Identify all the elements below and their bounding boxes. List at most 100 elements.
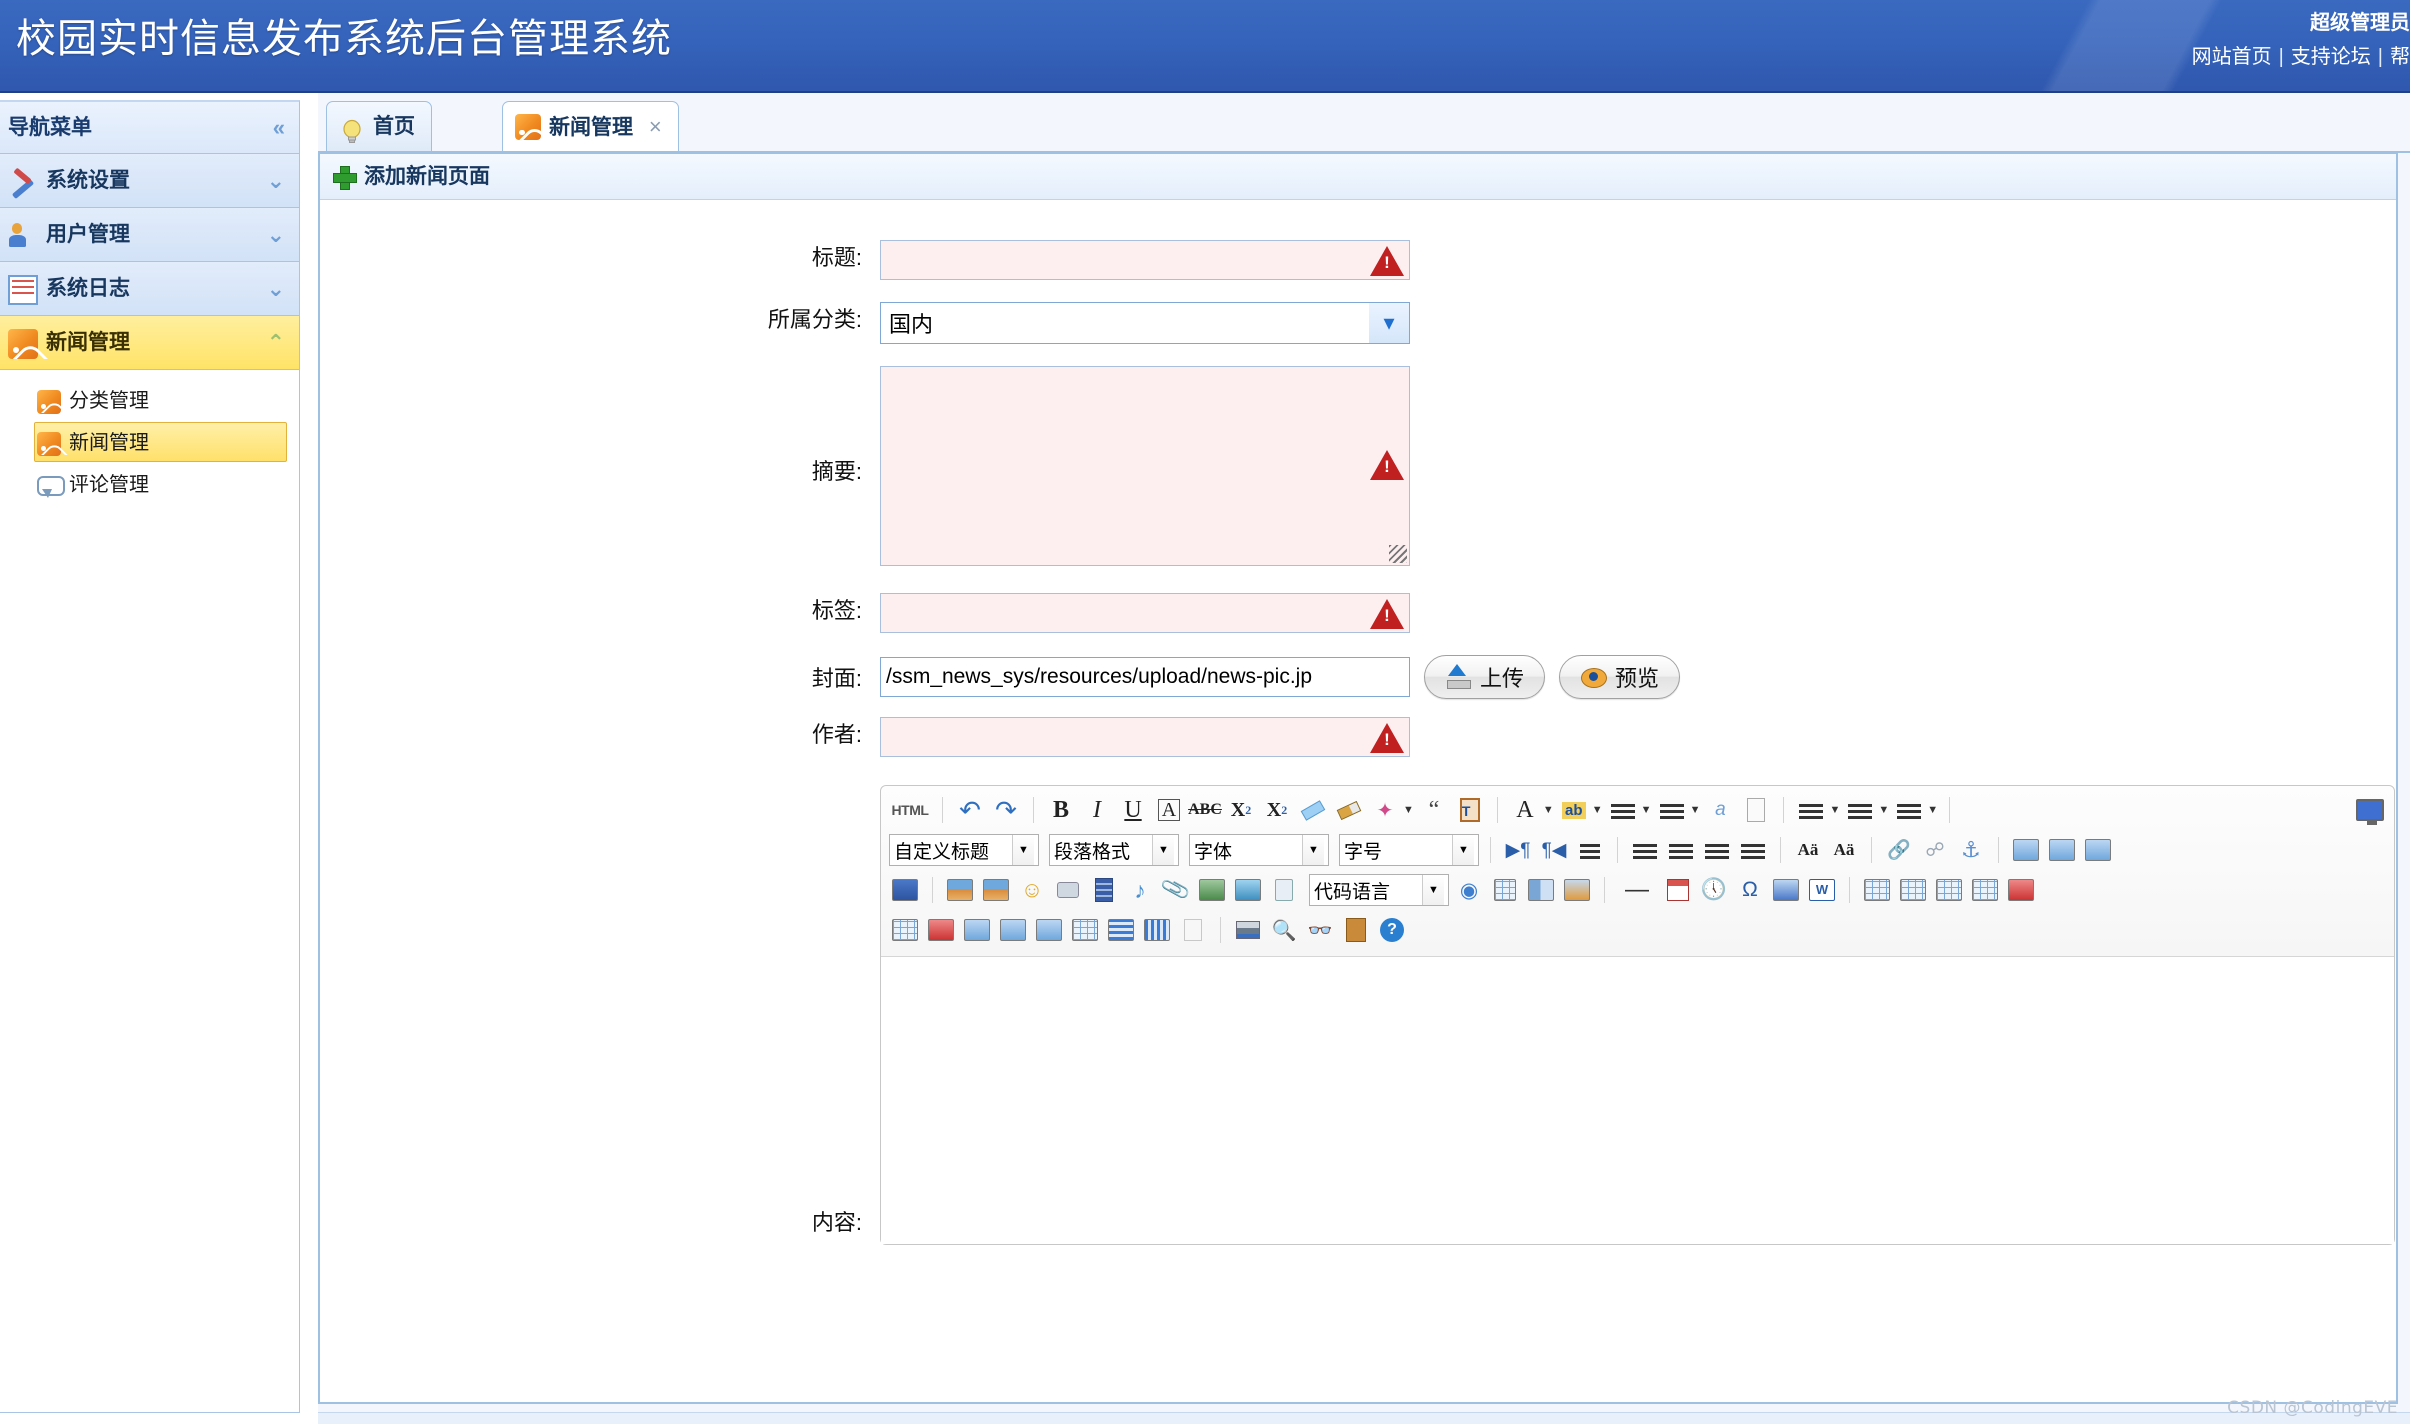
- baidu-map-icon[interactable]: [1232, 874, 1264, 906]
- font-color-icon[interactable]: A: [1509, 794, 1541, 826]
- chevron-down-icon[interactable]: ▼: [1403, 804, 1414, 816]
- split-cells-icon[interactable]: [2005, 874, 2037, 906]
- help-link[interactable]: 帮: [2390, 46, 2410, 68]
- sidebar-item-comment-management[interactable]: 评论管理: [34, 464, 287, 504]
- chevron-down-icon[interactable]: ▼: [1012, 835, 1034, 865]
- eraser-icon[interactable]: [1297, 794, 1329, 826]
- print-icon[interactable]: [1232, 914, 1264, 946]
- chevron-down-icon[interactable]: ▼: [1690, 804, 1701, 816]
- paste-text-icon[interactable]: T: [1454, 794, 1486, 826]
- tab-news-management[interactable]: 新闻管理 ×: [502, 101, 679, 153]
- chevron-double-left-icon[interactable]: «: [273, 102, 285, 154]
- image-gallery-icon[interactable]: [980, 874, 1012, 906]
- vertical-align-icon[interactable]: [1795, 794, 1827, 826]
- chevron-double-down-icon[interactable]: ⌄: [267, 154, 285, 208]
- image-float-center-icon[interactable]: [2046, 834, 2078, 866]
- template-icon[interactable]: [1489, 874, 1521, 906]
- insert-image-icon[interactable]: [944, 874, 976, 906]
- chevron-down-icon[interactable]: ▼: [1641, 804, 1652, 816]
- preview-button[interactable]: 预览: [1559, 655, 1681, 699]
- chevron-down-icon[interactable]: ▼: [1543, 804, 1554, 816]
- chevron-double-down-icon[interactable]: ⌄: [267, 208, 285, 262]
- paste-word-icon[interactable]: W: [1806, 874, 1838, 906]
- insert-date-icon[interactable]: [1662, 874, 1694, 906]
- align-justify-icon[interactable]: [1737, 834, 1769, 866]
- summary-textarea[interactable]: [880, 366, 1410, 566]
- anchor-icon[interactable]: ⚓: [1955, 834, 1987, 866]
- text-border-icon[interactable]: A: [1153, 794, 1185, 826]
- bold-icon[interactable]: B: [1045, 794, 1077, 826]
- indent-icon[interactable]: [1574, 834, 1606, 866]
- chevron-down-icon[interactable]: ▼: [1452, 835, 1474, 865]
- help-icon[interactable]: ?: [1376, 914, 1408, 946]
- align-right-icon[interactable]: [1701, 834, 1733, 866]
- line-height-icon[interactable]: [1844, 794, 1876, 826]
- sidebar-group-user-management[interactable]: 用户管理 ⌄: [0, 208, 299, 262]
- code-language-select[interactable]: 代码语言 ▼: [1309, 874, 1449, 906]
- sidebar-group-system-log[interactable]: 系统日志 ⌄: [0, 262, 299, 316]
- table-columns-icon[interactable]: [1141, 914, 1173, 946]
- insert-map-icon[interactable]: [1196, 874, 1228, 906]
- insert-link-icon[interactable]: 🔗: [1883, 834, 1915, 866]
- undo-icon[interactable]: ↶: [954, 794, 986, 826]
- custom-title-select[interactable]: 自定义标题 ▼: [889, 834, 1039, 866]
- delete-table-icon[interactable]: [1897, 874, 1929, 906]
- horizontal-rule-icon[interactable]: —: [1616, 874, 1658, 906]
- upload-button[interactable]: 上传: [1424, 655, 1546, 699]
- sidebar-item-news-management[interactable]: 新闻管理: [34, 422, 287, 462]
- special-character-icon[interactable]: Ω: [1734, 874, 1766, 906]
- search-replace-icon[interactable]: 👓: [1304, 914, 1336, 946]
- insert-flash-icon[interactable]: ◉: [1453, 874, 1485, 906]
- uppercase-icon[interactable]: Aä: [1792, 834, 1824, 866]
- insert-music-icon[interactable]: ♪: [1124, 874, 1156, 906]
- chevron-down-icon[interactable]: ▼: [1927, 804, 1938, 816]
- ordered-list-icon[interactable]: [1607, 794, 1639, 826]
- insert-table-icon[interactable]: [1861, 874, 1893, 906]
- paragraph-spacing-icon[interactable]: [1893, 794, 1925, 826]
- insert-column-left-icon[interactable]: [889, 914, 921, 946]
- support-forum-link[interactable]: 支持论坛: [2291, 46, 2371, 68]
- insert-row-right-icon[interactable]: [997, 914, 1029, 946]
- italic-icon[interactable]: I: [1081, 794, 1113, 826]
- align-center-icon[interactable]: [1665, 834, 1697, 866]
- font-family-select[interactable]: 字体 ▼: [1189, 834, 1329, 866]
- chevron-down-icon[interactable]: ▼: [1829, 804, 1840, 816]
- blockquote-icon[interactable]: “: [1418, 794, 1450, 826]
- table-style-icon[interactable]: [961, 914, 993, 946]
- redo-icon[interactable]: ↷: [990, 794, 1022, 826]
- webcam-icon[interactable]: [1052, 874, 1084, 906]
- image-float-left-icon[interactable]: [2010, 834, 2042, 866]
- align-left-icon[interactable]: [1629, 834, 1661, 866]
- layout-columns-icon[interactable]: [1525, 874, 1557, 906]
- unlink-icon[interactable]: ☍: [1919, 834, 1951, 866]
- delete-column-icon[interactable]: [925, 914, 957, 946]
- anchor-text-icon[interactable]: a: [1704, 794, 1736, 826]
- paragraph-format-select[interactable]: 段落格式 ▼: [1049, 834, 1179, 866]
- insert-row-below-icon[interactable]: [1033, 914, 1065, 946]
- screenshot-icon[interactable]: [1561, 874, 1593, 906]
- table-title-icon[interactable]: [1933, 874, 1965, 906]
- format-brush-icon[interactable]: [1333, 794, 1365, 826]
- paste-icon[interactable]: [1340, 914, 1372, 946]
- chevron-down-icon[interactable]: ▼: [1592, 804, 1603, 816]
- direction-rtl-icon[interactable]: ¶◀: [1538, 834, 1570, 866]
- cover-path-input[interactable]: [880, 657, 1410, 697]
- insert-time-icon[interactable]: 🕔: [1698, 874, 1730, 906]
- underline-icon[interactable]: U: [1117, 794, 1149, 826]
- blank-page-icon[interactable]: [1177, 914, 1209, 946]
- chevron-double-down-icon[interactable]: ⌄: [267, 262, 285, 316]
- superscript-icon[interactable]: X2: [1225, 794, 1257, 826]
- insert-video-icon[interactable]: [1088, 874, 1120, 906]
- strikethrough-icon[interactable]: ABC: [1188, 794, 1222, 826]
- html-source-button[interactable]: HTML: [889, 794, 931, 826]
- page-break-icon[interactable]: [1740, 794, 1772, 826]
- editor-content-area[interactable]: [881, 956, 2394, 1244]
- subscript-icon[interactable]: X2: [1261, 794, 1293, 826]
- title-input[interactable]: [880, 240, 1410, 280]
- print-preview-icon[interactable]: 🔍: [1268, 914, 1300, 946]
- category-select[interactable]: [880, 302, 1410, 344]
- direction-ltr-icon[interactable]: ▶¶: [1502, 834, 1534, 866]
- image-align-icon[interactable]: [889, 874, 921, 906]
- table-rows-icon[interactable]: [1105, 914, 1137, 946]
- site-home-link[interactable]: 网站首页: [2192, 46, 2272, 68]
